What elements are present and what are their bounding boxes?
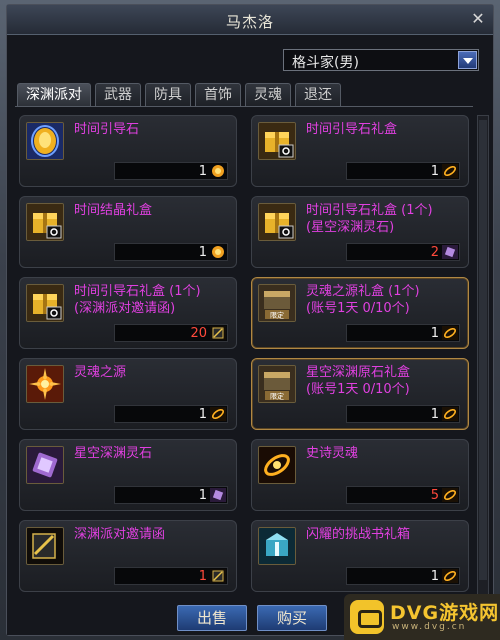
abyss-stone-currency-icon: [442, 245, 458, 259]
svg-text:限定: 限定: [270, 311, 284, 320]
price-bar: 1: [346, 405, 460, 423]
tab-accessory[interactable]: 首饰: [195, 83, 241, 107]
scrollbar[interactable]: [477, 115, 489, 601]
tab-weapon[interactable]: 武器: [95, 83, 141, 107]
epic-soul-icon[interactable]: [258, 446, 296, 484]
item-name: 时间引导石礼盒 (1个) (星空深渊灵石): [306, 203, 433, 235]
item-price: 1: [198, 488, 207, 503]
gamepad-logo-icon: [350, 600, 384, 634]
challenge-chest-icon[interactable]: [258, 527, 296, 565]
item-card[interactable]: 限定 星空深渊原石礼盒 (账号1天 0/10个) 1: [251, 358, 469, 430]
soul-currency-icon: [442, 488, 458, 502]
item-name: 闪耀的挑战书礼箱: [306, 527, 411, 542]
tab-refund[interactable]: 退还: [295, 83, 341, 107]
price-bar: 1: [346, 324, 460, 342]
item-name: 时间引导石: [74, 122, 140, 137]
soul-currency-icon: [442, 407, 458, 421]
item-card[interactable]: 时间引导石 1: [19, 115, 237, 187]
item-name: 时间引导石礼盒: [306, 122, 398, 137]
item-card[interactable]: 时间结晶礼盒 1: [19, 196, 237, 268]
scrollbar-thumb[interactable]: [479, 120, 487, 580]
item-name: 时间结晶礼盒: [74, 203, 153, 218]
tab-soul[interactable]: 灵魂: [245, 83, 291, 107]
item-price: 1: [430, 569, 439, 584]
item-price: 1: [198, 407, 207, 422]
watermark-logo: DVG游戏网 www.dvg.cn: [344, 594, 500, 640]
soul-currency-icon: [442, 164, 458, 178]
watermark-title: DVG游戏网: [390, 602, 500, 624]
item-card[interactable]: 深渊派对邀请函 1: [19, 520, 237, 592]
item-name: 时间引导石礼盒 (1个) (深渊派对邀请函): [74, 284, 201, 316]
item-card[interactable]: 时间引导石礼盒 1: [251, 115, 469, 187]
soul-currency-icon: [442, 326, 458, 340]
class-dropdown[interactable]: 格斗家(男): [283, 49, 479, 71]
price-bar: 2: [346, 243, 460, 261]
category-tabs: 深渊派对 武器 防具 首饰 灵魂 退还: [17, 83, 341, 107]
soul-source-icon[interactable]: [26, 365, 64, 403]
item-price: 1: [198, 245, 207, 260]
close-icon[interactable]: ✕: [469, 10, 487, 28]
gift-box-icon[interactable]: [26, 203, 64, 241]
item-card[interactable]: 时间引导石礼盒 (1个) (深渊派对邀请函) 20: [19, 277, 237, 349]
item-price: 5: [430, 488, 439, 503]
item-price: 1: [198, 569, 207, 584]
abyss-stone-currency-icon: [210, 488, 226, 502]
chevron-down-icon[interactable]: [458, 51, 477, 69]
invitation-currency-icon: [210, 569, 226, 583]
gift-box-icon[interactable]: [258, 203, 296, 241]
price-bar: 20: [114, 324, 228, 342]
sell-button[interactable]: 出售: [177, 605, 247, 631]
soul-currency-icon: [442, 569, 458, 583]
item-card[interactable]: 灵魂之源 1: [19, 358, 237, 430]
item-card[interactable]: 闪耀的挑战书礼箱 1: [251, 520, 469, 592]
item-name: 星空深渊灵石: [74, 446, 153, 461]
price-bar: 1: [346, 567, 460, 585]
soul-currency-icon: [210, 407, 226, 421]
item-price: 20: [190, 326, 207, 341]
price-bar: 1: [114, 567, 228, 585]
watermark-subtitle: www.dvg.cn: [392, 622, 467, 632]
price-bar: 1: [114, 243, 228, 261]
item-name: 灵魂之源礼盒 (1个) (账号1天 0/10个): [306, 284, 420, 316]
limited-box-icon[interactable]: 限定: [258, 284, 296, 322]
item-name: 星空深渊原石礼盒 (账号1天 0/10个): [306, 365, 411, 397]
title-bar[interactable]: 马杰洛 ✕: [7, 5, 493, 35]
item-name: 史诗灵魂: [306, 446, 359, 461]
item-card[interactable]: 星空深渊灵石 1: [19, 439, 237, 511]
price-bar: 1: [114, 405, 228, 423]
tab-armor[interactable]: 防具: [145, 83, 191, 107]
item-name: 深渊派对邀请函: [74, 527, 166, 542]
invitation-icon[interactable]: [26, 527, 64, 565]
item-price: 1: [430, 407, 439, 422]
tab-abyss-party[interactable]: 深渊派对: [17, 83, 91, 107]
price-bar: 1: [114, 486, 228, 504]
limited-box-icon[interactable]: 限定: [258, 365, 296, 403]
price-bar: 1: [114, 162, 228, 180]
item-card[interactable]: 限定 灵魂之源礼盒 (1个) (账号1天 0/10个) 1: [251, 277, 469, 349]
item-price: 2: [430, 245, 439, 260]
time-guide-stone-icon[interactable]: [26, 122, 64, 160]
item-price: 1: [198, 164, 207, 179]
svg-text:限定: 限定: [270, 392, 284, 401]
class-dropdown-value: 格斗家(男): [292, 55, 359, 71]
gift-box-icon[interactable]: [258, 122, 296, 160]
gold-currency-icon: [210, 245, 226, 259]
buy-button[interactable]: 购买: [257, 605, 327, 631]
price-bar: 5: [346, 486, 460, 504]
item-grid: 时间引导石 1 时间引导石礼盒 1 时间结晶礼盒 1 时间引导石礼盒 (1个) (星空深渊灵…: [19, 115, 471, 601]
tab-divider: [15, 106, 473, 107]
shop-window: 马杰洛 ✕ 格斗家(男) 深渊派对 武器 防具 首饰 灵魂 退还 时间引导石 1 时…: [6, 4, 494, 636]
gold-currency-icon: [210, 164, 226, 178]
window-title: 马杰洛: [225, 13, 274, 31]
item-card[interactable]: 史诗灵魂 5: [251, 439, 469, 511]
item-card[interactable]: 时间引导石礼盒 (1个) (星空深渊灵石) 2: [251, 196, 469, 268]
item-price: 1: [430, 326, 439, 341]
invitation-currency-icon: [210, 326, 226, 340]
abyss-stone-icon[interactable]: [26, 446, 64, 484]
gift-box-icon[interactable]: [26, 284, 64, 322]
item-name: 灵魂之源: [74, 365, 127, 380]
price-bar: 1: [346, 162, 460, 180]
item-price: 1: [430, 164, 439, 179]
